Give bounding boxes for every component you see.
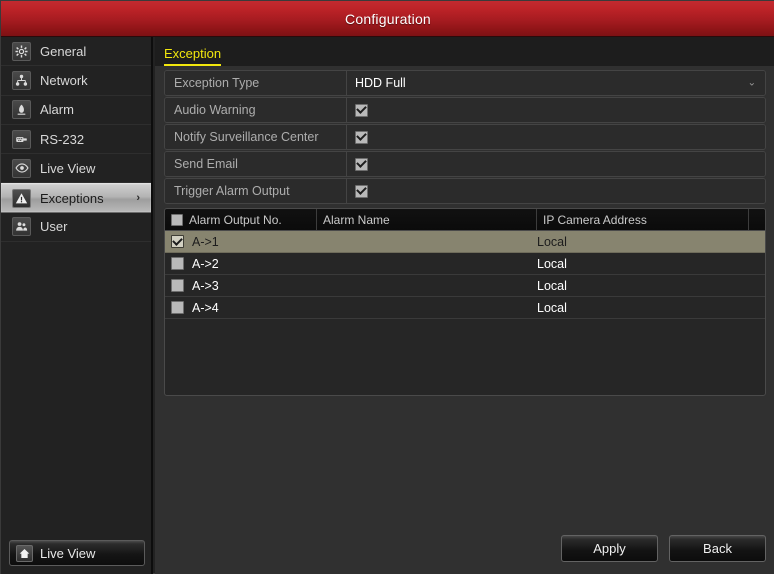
audio-warning-label: Audio Warning bbox=[165, 98, 347, 122]
content-panel: Exception Exception Type HDD Full ⌄ Audi… bbox=[155, 37, 774, 574]
configuration-window: Configuration General Network Alarm RS-2… bbox=[0, 0, 774, 574]
table-row[interactable]: A->4 Local bbox=[165, 297, 765, 319]
exception-type-select[interactable]: HDD Full ⌄ bbox=[347, 71, 765, 95]
table-cell-alarm-name bbox=[317, 297, 537, 318]
sidebar-item-label: Live View bbox=[40, 160, 96, 176]
trigger-alarm-output-value bbox=[347, 179, 765, 203]
send-email-checkbox[interactable] bbox=[355, 157, 368, 171]
table-header-label: IP Camera Address bbox=[543, 212, 647, 227]
sidebar-item-rs232[interactable]: RS-232 bbox=[1, 125, 151, 155]
table-cell-alarm-output-no: A->1 bbox=[165, 231, 317, 252]
warning-triangle-icon bbox=[12, 188, 31, 208]
sidebar-item-label: Alarm bbox=[40, 102, 74, 118]
live-view-button[interactable]: Live View bbox=[9, 540, 145, 566]
sidebar-item-user[interactable]: User bbox=[1, 213, 151, 243]
sidebar-menu: General Network Alarm RS-232 Live View E… bbox=[1, 37, 151, 243]
users-icon bbox=[12, 217, 31, 237]
notify-surveillance-center-value bbox=[347, 125, 765, 149]
table-header-label: Alarm Output No. bbox=[189, 212, 282, 227]
sidebar-item-label: Network bbox=[40, 72, 88, 88]
table-header-alarm-name: Alarm Name bbox=[317, 209, 537, 230]
tab-bar: Exception bbox=[155, 37, 774, 66]
sidebar-item-exceptions[interactable]: Exceptions › bbox=[1, 183, 151, 213]
eye-icon bbox=[12, 158, 31, 178]
audio-warning-checkbox[interactable] bbox=[355, 103, 368, 117]
table-header-row: Alarm Output No. Alarm Name IP Camera Ad… bbox=[165, 209, 765, 231]
table-body: A->1 Local A->2 Local A->3 Local A->4 Lo… bbox=[165, 231, 765, 319]
send-email-value bbox=[347, 152, 765, 176]
back-button[interactable]: Back bbox=[669, 535, 766, 562]
notify-surveillance-center-checkbox[interactable] bbox=[355, 130, 368, 144]
send-email-label: Send Email bbox=[165, 152, 347, 176]
row-checkbox[interactable] bbox=[171, 301, 184, 314]
row-checkbox[interactable] bbox=[171, 279, 184, 292]
table-cell-alarm-name bbox=[317, 231, 537, 252]
table-cell-ip-camera-address: Local bbox=[537, 278, 567, 293]
chevron-down-icon[interactable]: ⌄ bbox=[748, 78, 756, 89]
window-title: Configuration bbox=[345, 10, 431, 27]
table-cell-alarm-output-no: A->2 bbox=[165, 253, 317, 274]
sidebar-item-general[interactable]: General bbox=[1, 37, 151, 67]
alarm-output-no-value: A->3 bbox=[192, 278, 219, 293]
sidebar-item-label: User bbox=[40, 219, 68, 235]
alarm-icon bbox=[12, 100, 31, 120]
apply-button[interactable]: Apply bbox=[561, 535, 658, 562]
table-cell-alarm-output-no: A->4 bbox=[165, 297, 317, 318]
exception-type-value: HDD Full bbox=[355, 76, 406, 90]
notify-surveillance-center-label: Notify Surveillance Center bbox=[165, 125, 347, 149]
footer-actions: Apply Back bbox=[561, 535, 766, 562]
table-cell-alarm-output-no: A->3 bbox=[165, 275, 317, 296]
sidebar-item-label: RS-232 bbox=[40, 131, 85, 147]
table-cell-ip-camera-address: Local bbox=[537, 300, 567, 315]
table-cell-alarm-name bbox=[317, 275, 537, 296]
trigger-alarm-output-label: Trigger Alarm Output bbox=[165, 179, 347, 203]
table-cell-gutter bbox=[749, 297, 765, 318]
alarm-output-no-value: A->2 bbox=[192, 256, 219, 271]
audio-warning-row: Audio Warning bbox=[164, 97, 766, 123]
sidebar-item-label: Exceptions bbox=[40, 190, 104, 206]
sidebar: General Network Alarm RS-232 Live View E… bbox=[1, 37, 153, 574]
gear-icon bbox=[12, 41, 31, 61]
table-header-label: Alarm Name bbox=[323, 212, 390, 227]
live-view-button-label: Live View bbox=[40, 545, 96, 561]
exception-type-label: Exception Type bbox=[165, 71, 347, 95]
sidebar-item-label: General bbox=[40, 43, 87, 59]
table-row[interactable]: A->2 Local bbox=[165, 253, 765, 275]
table-cell-gutter bbox=[749, 231, 765, 252]
notify-surveillance-center-row: Notify Surveillance Center bbox=[164, 124, 766, 150]
alarm-output-no-value: A->1 bbox=[192, 234, 219, 249]
send-email-row: Send Email bbox=[164, 151, 766, 177]
table-header-scroll-gutter bbox=[749, 209, 765, 230]
table-cell-gutter bbox=[749, 275, 765, 296]
exception-type-row: Exception Type HDD Full ⌄ bbox=[164, 70, 766, 96]
sidebar-item-network[interactable]: Network bbox=[1, 66, 151, 96]
table-cell-gutter bbox=[749, 253, 765, 274]
select-all-checkbox[interactable] bbox=[171, 213, 183, 226]
home-icon bbox=[16, 544, 33, 562]
trigger-alarm-output-checkbox[interactable] bbox=[355, 184, 368, 198]
trigger-alarm-output-row: Trigger Alarm Output bbox=[164, 178, 766, 204]
network-icon bbox=[12, 70, 31, 90]
chevron-right-icon: › bbox=[136, 192, 140, 205]
sidebar-item-live-view[interactable]: Live View bbox=[1, 154, 151, 184]
table-header-ip-camera-address: IP Camera Address bbox=[537, 209, 749, 230]
table-row[interactable]: A->1 Local bbox=[165, 231, 765, 253]
sidebar-item-alarm[interactable]: Alarm bbox=[1, 96, 151, 125]
window-titlebar: Configuration bbox=[1, 1, 774, 37]
alarm-output-no-value: A->4 bbox=[192, 300, 219, 315]
table-header-alarm-output-no: Alarm Output No. bbox=[165, 209, 317, 230]
table-cell-ip-camera-address: Local bbox=[537, 256, 567, 271]
table-row[interactable]: A->3 Local bbox=[165, 275, 765, 297]
serial-port-icon bbox=[12, 129, 31, 149]
audio-warning-value bbox=[347, 98, 765, 122]
tab-exception[interactable]: Exception bbox=[164, 45, 222, 66]
exception-settings-panel: Exception Type HDD Full ⌄ Audio Warning … bbox=[164, 70, 766, 396]
row-checkbox[interactable] bbox=[171, 257, 184, 270]
alarm-output-table: Alarm Output No. Alarm Name IP Camera Ad… bbox=[164, 208, 766, 396]
row-checkbox[interactable] bbox=[171, 235, 184, 248]
table-cell-alarm-name bbox=[317, 253, 537, 274]
table-cell-ip-camera-address: Local bbox=[537, 234, 567, 249]
